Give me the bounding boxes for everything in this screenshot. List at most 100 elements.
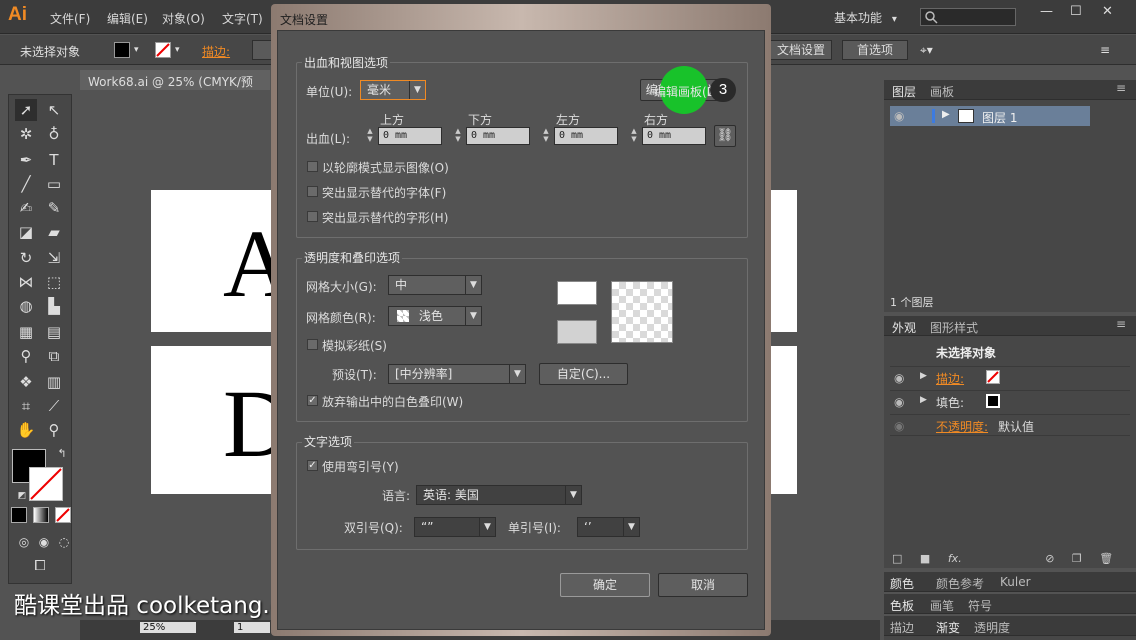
gradient-mode-icon[interactable] xyxy=(33,507,49,523)
menu-edit[interactable]: 编辑(E) xyxy=(107,10,148,27)
screen-mode-icon[interactable]: ⧠ xyxy=(29,555,51,577)
draw-inside-icon[interactable]: ◌ xyxy=(53,531,75,553)
line-tool-icon[interactable]: ╱ xyxy=(15,173,37,195)
selection-tool-icon[interactable]: ➚ xyxy=(15,99,37,121)
new-fill-icon[interactable]: ■ xyxy=(920,552,930,565)
tab-transparency[interactable]: 透明度 xyxy=(974,619,1010,636)
panel-menu-icon[interactable]: ≡ xyxy=(1100,43,1110,57)
tab-stroke[interactable]: 描边 xyxy=(890,619,914,636)
page-field[interactable]: 1 xyxy=(234,622,270,633)
expand-arrow-icon[interactable]: ▶ xyxy=(942,109,950,120)
paper-color-white-swatch[interactable] xyxy=(557,281,597,305)
eye-icon[interactable]: ◉ xyxy=(894,371,904,385)
outline-mode-checkbox[interactable] xyxy=(307,161,318,172)
none-mode-icon[interactable] xyxy=(55,507,71,523)
hand-tool-icon[interactable]: ✋ xyxy=(15,419,37,441)
expand-arrow-icon[interactable]: ▶ xyxy=(920,371,927,381)
minimize-button[interactable]: — xyxy=(1040,4,1053,19)
discard-white-overprint-checkbox[interactable]: ✓ xyxy=(307,395,318,406)
appearance-opacity-label[interactable]: 不透明度: xyxy=(936,418,988,435)
column-graph-tool-icon[interactable]: ▥ xyxy=(43,371,65,393)
symbol-sprayer-tool-icon[interactable]: ❖ xyxy=(15,371,37,393)
document-setup-button[interactable]: 文档设置 xyxy=(770,40,832,60)
chevron-down-icon[interactable]: ▾ xyxy=(175,45,180,55)
bleed-right-input[interactable]: 0 mm xyxy=(642,127,706,145)
blob-brush-tool-icon[interactable]: ◪ xyxy=(15,221,37,243)
zoom-tool-icon[interactable]: ⚲ xyxy=(43,419,65,441)
highlight-fonts-checkbox[interactable] xyxy=(307,186,318,197)
paper-color-gray-swatch[interactable] xyxy=(557,320,597,344)
zoom-field[interactable]: 25% xyxy=(140,622,196,633)
bleed-left-input[interactable]: 0 mm xyxy=(554,127,618,145)
duplicate-icon[interactable]: ❐ xyxy=(1072,552,1082,565)
bleed-bottom-spinner-icon[interactable]: ▲ ▼ xyxy=(452,127,464,145)
perspective-grid-tool-icon[interactable]: ▙ xyxy=(43,295,65,317)
artboard-tool-icon[interactable]: ⌗ xyxy=(15,395,37,417)
preset-select[interactable]: [中分辨率] ▼ xyxy=(388,364,526,384)
stroke-weight-stepper[interactable] xyxy=(252,40,272,60)
clear-icon[interactable]: ⊘ xyxy=(1045,552,1054,565)
type-tool-icon[interactable]: T xyxy=(43,149,65,171)
bleed-bottom-input[interactable]: 0 mm xyxy=(466,127,530,145)
tab-appearance[interactable]: 外观 xyxy=(892,319,916,336)
stroke-label-link[interactable]: 描边: xyxy=(202,43,230,60)
pencil-tool-icon[interactable]: ✎ xyxy=(43,197,65,219)
bleed-top-input[interactable]: 0 mm xyxy=(378,127,442,145)
rectangle-tool-icon[interactable]: ▭ xyxy=(43,173,65,195)
eraser-tool-icon[interactable]: ▰ xyxy=(43,221,65,243)
slice-tool-icon[interactable]: ⟋ xyxy=(43,395,65,417)
workspace-switcher[interactable]: 基本功能 ▾ xyxy=(834,9,897,26)
layer-row[interactable]: ◉ ▶ 图层 1 xyxy=(890,106,1090,126)
expand-arrow-icon[interactable]: ▶ xyxy=(920,395,927,405)
simulate-paper-checkbox[interactable] xyxy=(307,339,318,350)
maximize-button[interactable]: ☐ xyxy=(1070,4,1082,19)
mesh-tool-icon[interactable]: ▦ xyxy=(15,321,37,343)
custom-button[interactable]: 自定(C)... xyxy=(539,363,628,385)
tab-graphic-styles[interactable]: 图形样式 xyxy=(930,319,978,336)
default-colors-icon[interactable]: ◩ xyxy=(11,485,33,507)
search-input[interactable] xyxy=(920,8,1016,26)
paintbrush-tool-icon[interactable]: ✍ xyxy=(15,197,37,219)
panel-menu-icon[interactable]: ≡ xyxy=(1116,317,1126,331)
fill-swatch[interactable] xyxy=(114,42,130,58)
draw-normal-icon[interactable]: ◎ xyxy=(13,531,35,553)
magic-wand-tool-icon[interactable]: ✲ xyxy=(15,123,37,145)
blend-tool-icon[interactable]: ⧉ xyxy=(43,345,65,367)
eye-icon[interactable]: ◉ xyxy=(894,419,904,433)
appearance-fill-row[interactable]: ◉ ▶ 填色: xyxy=(890,390,1130,412)
eye-icon[interactable]: ◉ xyxy=(894,395,904,409)
single-quotes-select[interactable]: ‘’ ▼ xyxy=(577,517,640,537)
tab-swatches[interactable]: 色板 xyxy=(890,597,914,614)
tab-layers[interactable]: 图层 xyxy=(892,83,916,100)
fill-swatch[interactable] xyxy=(986,394,1000,408)
panel-menu-icon[interactable]: ≡ xyxy=(1116,81,1126,95)
bleed-top-spinner-icon[interactable]: ▲ ▼ xyxy=(364,127,376,145)
rotate-tool-icon[interactable]: ↻ xyxy=(15,247,37,269)
close-button[interactable]: ✕ xyxy=(1102,4,1113,19)
arrange-icon[interactable]: ⌖▾ xyxy=(920,43,933,58)
color-mode-icon[interactable] xyxy=(11,507,27,523)
document-tab[interactable]: Work68.ai @ 25% (CMYK/预览) xyxy=(80,70,270,106)
double-quotes-select[interactable]: “” ▼ xyxy=(414,517,496,537)
grid-size-select[interactable]: 中 ▼ xyxy=(388,275,482,295)
pen-tool-icon[interactable]: ✒ xyxy=(15,149,37,171)
ok-button[interactable]: 确定 xyxy=(560,573,650,597)
menu-type[interactable]: 文字(T) xyxy=(222,10,263,27)
shape-builder-tool-icon[interactable]: ◍ xyxy=(15,295,37,317)
language-select[interactable]: 英语: 美国 ▼ xyxy=(416,485,582,505)
eyedropper-tool-icon[interactable]: ⚲ xyxy=(15,345,37,367)
fx-icon[interactable]: fx. xyxy=(948,552,962,565)
layer-name[interactable]: 图层 1 xyxy=(982,109,1017,126)
eye-icon[interactable]: ◉ xyxy=(894,109,904,123)
stroke-swatch[interactable] xyxy=(986,370,1000,384)
bleed-right-spinner-icon[interactable]: ▲ ▼ xyxy=(628,127,640,145)
draw-behind-icon[interactable]: ◉ xyxy=(33,531,55,553)
appearance-stroke-row[interactable]: ◉ ▶ 描边: xyxy=(890,366,1130,388)
appearance-stroke-label[interactable]: 描边: xyxy=(936,370,964,387)
lasso-tool-icon[interactable]: ♁ xyxy=(43,123,65,145)
link-icon[interactable]: ⛓ xyxy=(714,125,736,147)
free-transform-tool-icon[interactable]: ⬚ xyxy=(43,271,65,293)
trash-icon[interactable]: 🗑 xyxy=(1099,552,1113,565)
scale-tool-icon[interactable]: ⇲ xyxy=(43,247,65,269)
width-tool-icon[interactable]: ⋈ xyxy=(15,271,37,293)
